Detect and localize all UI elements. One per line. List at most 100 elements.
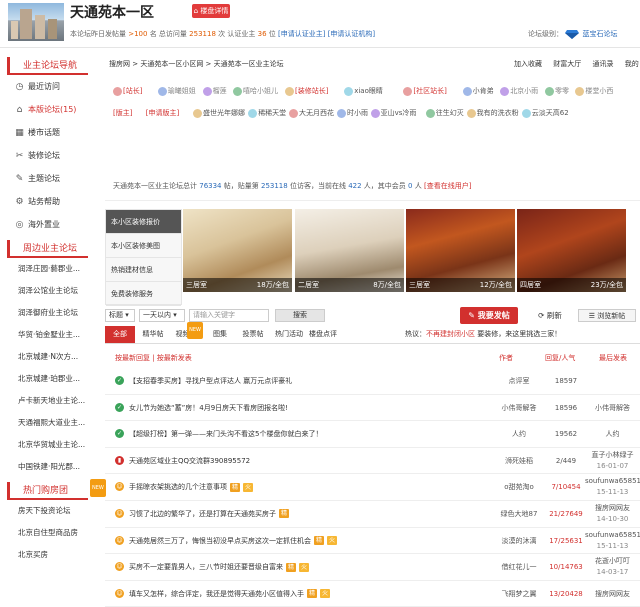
moderator-link[interactable]: 亚山vs冷雨 — [370, 108, 416, 118]
sidebar-item[interactable]: ⌂ 本版论坛(15) — [0, 98, 100, 121]
breadcrumb-item[interactable]: 天通苑本一区小区网 — [140, 60, 203, 68]
post-row[interactable]: ☺ 习惯了北边的繁华了，还是打算在天通苑买房子精绿色大地87 21/27649 搜房网… — [105, 501, 640, 528]
wealth-hall-link[interactable]: 财富大厅 — [553, 60, 581, 68]
tab-6[interactable]: 楼盘点评 — [305, 326, 341, 343]
last-post[interactable]: 人约 — [585, 429, 640, 440]
sidebar-item[interactable]: ▦ 楼市话题 — [0, 121, 100, 144]
last-post[interactable]: 直子小林绿子 16-01-07 — [585, 450, 640, 472]
decoration-photo[interactable]: 四居室 23万/全包 — [517, 209, 626, 292]
tab-0[interactable]: 全部 — [105, 326, 135, 343]
post-title-link[interactable]: 女儿节为她选“蓄”房！4月9日房天下看房团报名啦! — [129, 395, 288, 421]
apply-owner-link[interactable]: [申请认证业主] — [278, 30, 325, 38]
search-input[interactable]: 请输入关键字 — [189, 309, 269, 322]
post-author[interactable]: 绿色大地87 — [491, 501, 547, 527]
moderator-link[interactable]: [社区站长] — [403, 86, 447, 96]
moderator-link[interactable]: 往生幻灭 — [425, 108, 464, 118]
post-row[interactable]: ✓ 【超级打榜】第一弹——来门头沟不看这5个楼盘你就白来了！ 人约 19562 人约 — [105, 421, 640, 448]
post-title-link[interactable]: 【支招春季买房】寻找户型点评达人 赢万元点评豪礼 — [129, 368, 292, 394]
decoration-photo[interactable]: 三居室 18万/全包 — [183, 209, 292, 292]
decoration-menu-item[interactable]: 本小区装修美图 — [106, 234, 181, 258]
decoration-menu-item[interactable]: 本小区装修报价 — [106, 210, 181, 234]
moderator-link[interactable]: xiao眼睛 — [344, 86, 383, 96]
moderator-link[interactable]: 榴莲 — [202, 86, 227, 96]
moderator-link[interactable]: 时小雨 — [337, 108, 368, 118]
renovation-link[interactable]: 要装修，来这里挑选三家！ — [477, 330, 561, 338]
tab-4[interactable]: 投票帖 — [238, 326, 268, 343]
last-post[interactable]: 搜房网网友 14-10-30 — [585, 503, 640, 525]
search-button[interactable]: 搜索 — [275, 309, 325, 322]
refresh-button[interactable]: ⟳ 刷新 — [525, 309, 575, 322]
nearby-forum-link[interactable]: 润泽公馆业主论坛 — [0, 280, 100, 302]
moderator-link[interactable]: 小肯弟 — [462, 86, 494, 96]
community-logo-image[interactable] — [8, 3, 64, 41]
post-author[interactable]: 淡漠的沐漓 — [491, 528, 547, 554]
moderator-link[interactable]: 云淡天高62 — [521, 108, 569, 118]
moderator-link[interactable]: 嘻哈小姐儿 — [233, 86, 278, 96]
post-row[interactable]: ✓ 女儿节为她选“蓄”房！4月9日房天下看房团报名啦! 小伟哥解答 18596 小伟哥解… — [105, 395, 640, 422]
sidebar-item[interactable]: ✂ 装修论坛 — [0, 144, 100, 167]
my-link[interactable]: 我的 — [625, 60, 639, 68]
sort-links[interactable]: 按最新回复 | 按最新发表 — [115, 353, 192, 363]
decoration-menu-item[interactable]: 免费装修服务 — [106, 282, 181, 306]
sidebar-item[interactable]: ✎ 主题论坛 — [0, 167, 100, 190]
moderator-link[interactable]: 楼堂小西 — [575, 86, 613, 96]
post-title-link[interactable]: 【超级打榜】第一弹——来门头沟不看这5个楼盘你就白来了！ — [129, 421, 322, 447]
new-post-button[interactable]: ✎ 我要发帖 — [460, 307, 518, 324]
time-range-select[interactable]: 一天以内 ▾ — [139, 309, 185, 322]
moderator-link[interactable]: 零零 — [545, 86, 569, 96]
post-author[interactable]: 点评室 — [491, 368, 547, 394]
nearby-forum-link[interactable]: 卢卡新天地业主论... — [0, 390, 100, 412]
decoration-photo[interactable]: 三居室 12万/全包 — [406, 209, 515, 292]
post-author[interactable]: 飞翔梦之翼 — [491, 581, 547, 607]
moderator-link[interactable]: 北京小雨 — [500, 86, 538, 96]
moderator-link[interactable]: 稀稀天堂 — [248, 108, 286, 118]
post-title-link[interactable]: 习惯了北边的繁华了，还是打算在天通苑买房子精 — [129, 501, 290, 527]
view-online-users-link[interactable]: [查看在线用户] — [424, 182, 471, 190]
hot-group-link[interactable]: 北京买房 — [0, 544, 100, 566]
last-post[interactable]: soufunwa65851 15-11-13 — [585, 476, 640, 498]
apply-org-link[interactable]: [申请认证机构] — [328, 30, 375, 38]
level-link[interactable]: 蓝宝石论坛 — [582, 30, 617, 38]
nearby-forum-link[interactable]: 华贸·铂金墅业主... — [0, 324, 100, 346]
nearby-forum-link[interactable]: 中国铁建·阳光郡... — [0, 456, 100, 478]
search-field-select[interactable]: 标题 ▾ — [105, 309, 135, 322]
last-post[interactable]: soufunwa65851 15-11-13 — [585, 530, 640, 552]
tab-3[interactable]: 图集 — [205, 326, 235, 343]
decoration-photo[interactable]: 二居室 8万/全包 — [295, 209, 404, 292]
hot-group-link[interactable]: 北京自住型商品房 — [0, 522, 100, 544]
post-row[interactable]: ▮ 天通苑区域业主QQ交流群390895572 浉死娃稻 2/449 直子小林绿子 16-… — [105, 448, 640, 475]
decoration-menu-item[interactable]: 热销建材信息 — [106, 258, 181, 282]
post-author[interactable]: 人约 — [491, 421, 547, 447]
nearby-forum-link[interactable]: 天通福熙大道业主... — [0, 412, 100, 434]
post-row[interactable]: ☺ 天通苑居然三万了，悔恨当初没早点买房这次一定抓住机会精火 淡漠的沐漓 17/256… — [105, 528, 640, 555]
nearby-forum-link[interactable]: 北京华贸城业主论... — [0, 434, 100, 456]
moderator-link[interactable]: 我有的洗衣粉 — [466, 108, 519, 118]
nearby-forum-link[interactable]: 北京城建·珀郡业... — [0, 368, 100, 390]
breadcrumb-item[interactable]: 搜房网 — [109, 60, 130, 68]
post-row[interactable]: ☺ 手摇晾衣架挑选的几个注意事项精火 o甜苑淘o 7/10454 soufunwa658… — [105, 474, 640, 501]
post-title-link[interactable]: 买房不一定要靠男人，三八节时姐还要晋级自富来精火 — [129, 554, 310, 580]
breadcrumb-item[interactable]: 天通苑本一区业主论坛 — [214, 60, 284, 68]
sidebar-item[interactable]: ◷ 最近访问 — [0, 75, 100, 98]
post-author[interactable]: o甜苑淘o — [491, 474, 547, 500]
post-row[interactable]: ☺ 买房不一定要靠男人，三八节时姐还要晋级自富来精火借红花儿一 10/14763 花逝… — [105, 554, 640, 581]
hot-group-link[interactable]: 房天下投资论坛 — [0, 500, 100, 522]
tab-1[interactable]: 精华帖 — [138, 326, 168, 343]
nearby-forum-link[interactable]: 润泽御府业主论坛 — [0, 302, 100, 324]
sidebar-item[interactable]: ⚙ 站务帮助 — [0, 190, 100, 213]
moderator-link[interactable]: 盛世光年娜娜 — [193, 108, 245, 118]
tab-2[interactable]: 视频贴 NEW — [171, 322, 203, 343]
moderator-link[interactable]: [版主] — [113, 108, 132, 118]
post-author[interactable]: 借红花儿一 — [491, 554, 547, 580]
moderator-link[interactable]: [申请版主] — [146, 108, 179, 118]
nearby-forum-link[interactable]: 润泽庄园·藝郡业... — [0, 258, 100, 280]
post-author[interactable]: 小伟哥解答 — [491, 395, 547, 421]
last-post[interactable]: 小伟哥解答 — [585, 403, 640, 414]
moderator-link[interactable]: [装修站长] — [285, 86, 328, 96]
post-title-link[interactable]: 填车又怎样，综合评定，我还是觉得天通苑小区值得入手精火 — [129, 581, 331, 607]
moderator-link[interactable]: [站长] — [113, 86, 142, 96]
post-title-link[interactable]: 手摇晾衣架挑选的几个注意事项精火 — [129, 474, 254, 500]
post-row[interactable]: ☺ 填车又怎样，综合评定，我还是觉得天通苑小区值得入手精火 飞翔梦之翼 13/2042… — [105, 581, 640, 607]
post-author[interactable]: 浉死娃稻 — [491, 448, 547, 474]
last-post[interactable]: 搜房网网友 — [585, 589, 640, 600]
